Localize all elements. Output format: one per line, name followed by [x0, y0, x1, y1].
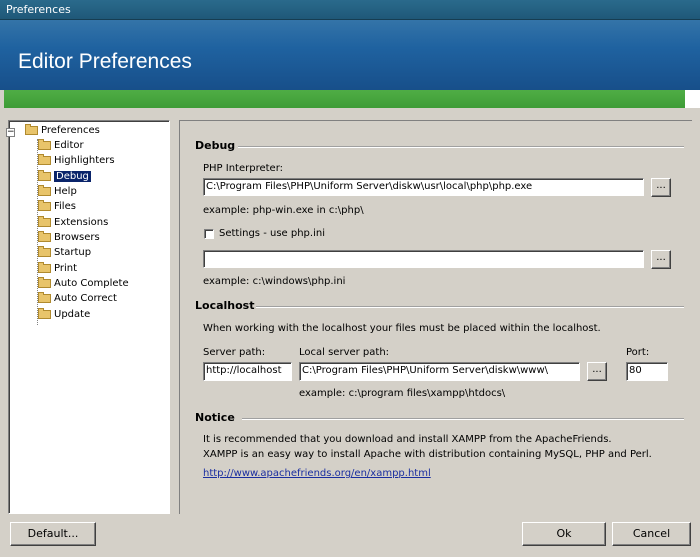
ok-button[interactable]: Ok: [522, 522, 606, 546]
ini-browse-button[interactable]: ...: [651, 250, 671, 269]
banner-accent-bar: [4, 90, 685, 108]
ini-example-text: example: c:\windows\php.ini: [203, 276, 346, 287]
banner-edge: [685, 90, 700, 108]
notice-line-2: XAMPP is an easy way to install Apache w…: [203, 449, 652, 460]
tree-item-startup[interactable]: Startup: [38, 245, 91, 260]
local-server-path-input[interactable]: C:\Program Files\PHP\Uniform Server\disk…: [299, 362, 580, 381]
folder-open-icon: [25, 123, 38, 135]
folder-icon: [38, 276, 51, 288]
local-path-example-text: example: c:\program files\xampp\htdocs\: [299, 388, 506, 399]
notice-line-1: It is recommended that you download and …: [203, 434, 612, 445]
folder-icon: [38, 199, 51, 211]
section-divider: [242, 418, 684, 420]
tree-item-browsers[interactable]: Browsers: [38, 230, 100, 245]
section-divider: [238, 146, 684, 148]
apachefriends-link[interactable]: http://www.apachefriends.org/en/xampp.ht…: [203, 468, 431, 479]
tree-item-update[interactable]: Update: [38, 307, 90, 322]
section-divider: [256, 306, 684, 308]
port-input[interactable]: 80: [626, 362, 668, 381]
debug-heading: Debug: [195, 139, 236, 152]
page-title: Editor Preferences: [18, 50, 192, 73]
settings-php-ini-checkbox[interactable]: [204, 229, 214, 239]
tree-item-debug[interactable]: Debug: [38, 169, 91, 184]
server-path-label: Server path:: [203, 347, 266, 358]
window-title: Preferences: [6, 3, 71, 16]
notice-heading: Notice: [195, 411, 235, 424]
settings-php-ini-label[interactable]: Settings - use php.ini: [219, 228, 325, 239]
localhost-description: When working with the localhost your fil…: [203, 323, 601, 334]
folder-icon: [38, 184, 51, 196]
php-ini-input[interactable]: [203, 250, 644, 268]
default-button[interactable]: Default...: [10, 522, 96, 546]
folder-icon: [38, 230, 51, 242]
tree-root-preferences[interactable]: Preferences: [25, 123, 100, 138]
tree-item-help[interactable]: Help: [38, 184, 77, 199]
port-label: Port:: [626, 347, 650, 358]
local-server-path-label: Local server path:: [299, 347, 390, 358]
server-path-input[interactable]: http://localhost: [203, 362, 292, 381]
tree-collapse-toggle[interactable]: −: [6, 128, 15, 137]
folder-icon: [38, 261, 51, 273]
tree-item-highlighters[interactable]: Highlighters: [38, 153, 115, 168]
folder-icon: [38, 215, 51, 227]
folder-icon: [38, 138, 51, 150]
tree-item-editor[interactable]: Editor: [38, 138, 84, 153]
php-interpreter-input[interactable]: C:\Program Files\PHP\Uniform Server\disk…: [203, 178, 644, 196]
tree-item-auto-complete[interactable]: Auto Complete: [38, 276, 129, 291]
folder-icon: [38, 169, 51, 181]
folder-icon: [38, 245, 51, 257]
tree-item-auto-correct[interactable]: Auto Correct: [38, 291, 117, 306]
php-example-text: example: php-win.exe in c:\php\: [203, 205, 364, 216]
folder-icon: [38, 291, 51, 303]
localhost-heading: Localhost: [195, 299, 255, 312]
tree-item-extensions[interactable]: Extensions: [38, 215, 108, 230]
local-path-browse-button[interactable]: ...: [587, 362, 607, 381]
tree-item-files[interactable]: Files: [38, 199, 76, 214]
folder-icon: [38, 307, 51, 319]
window-title-bar[interactable]: Preferences: [0, 0, 700, 20]
cancel-button[interactable]: Cancel: [612, 522, 691, 546]
tree-item-print[interactable]: Print: [38, 261, 77, 276]
folder-icon: [38, 153, 51, 165]
php-interpreter-label: PHP Interpreter:: [203, 163, 283, 174]
php-browse-button[interactable]: ...: [651, 178, 671, 197]
